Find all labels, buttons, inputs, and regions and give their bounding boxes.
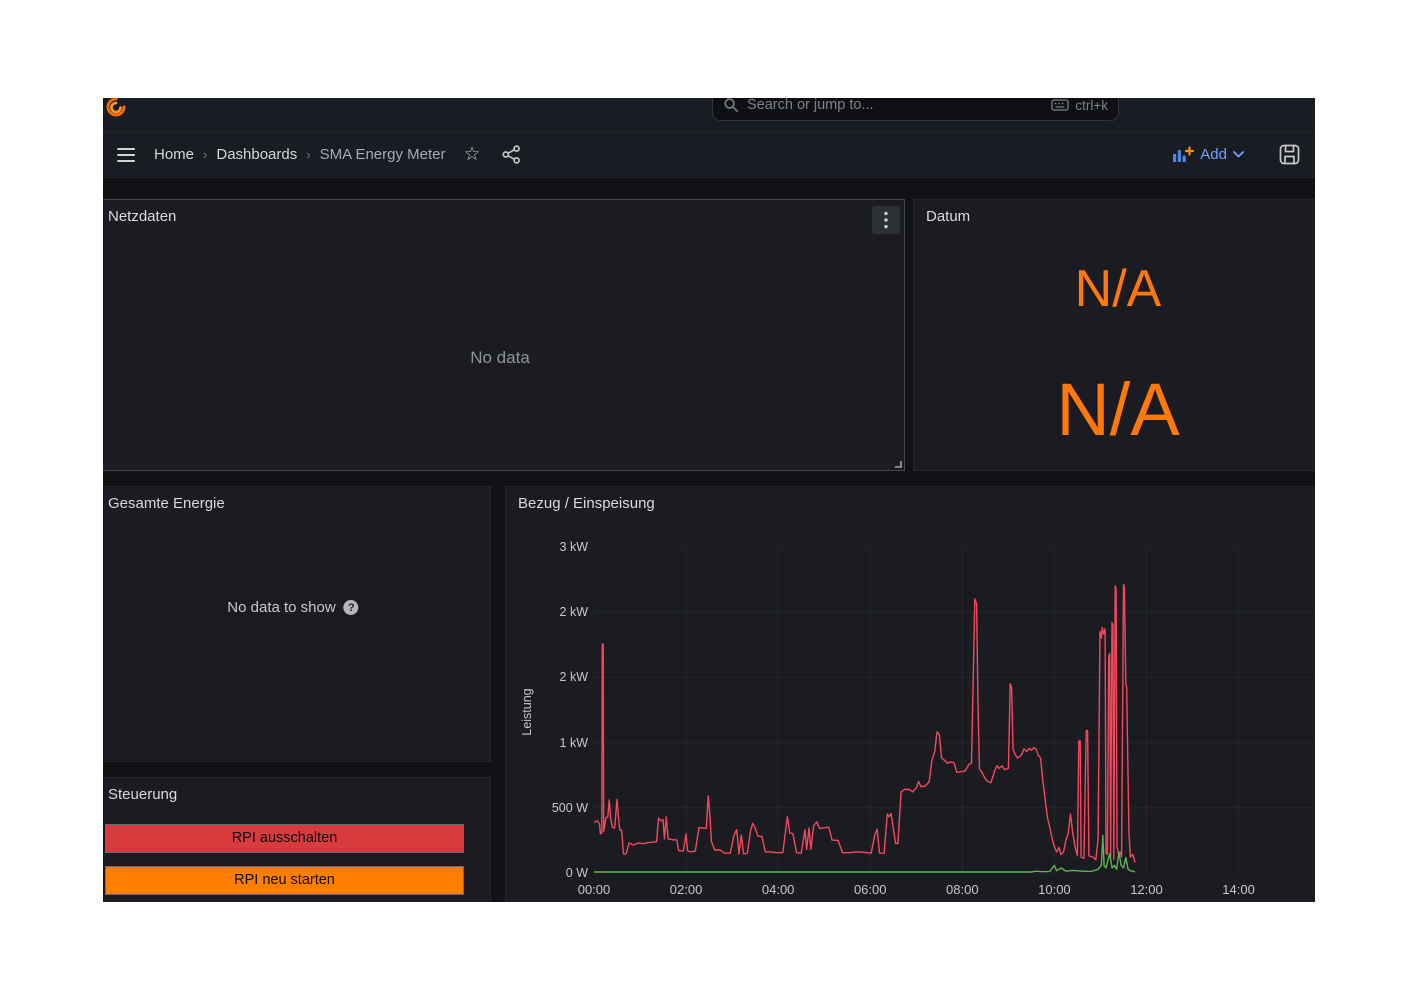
save-icon <box>1278 143 1301 166</box>
panel-gesamte-energie: Gesamte Energie No data to show ? <box>103 486 491 762</box>
nav-actions: Add <box>1172 143 1301 166</box>
menu-icon[interactable] <box>117 148 135 162</box>
panel-steuerung-title[interactable]: Steuerung <box>108 786 177 803</box>
netzdaten-no-data-text: No data <box>470 348 530 368</box>
keyboard-icon <box>1051 98 1069 112</box>
panel-datum-title[interactable]: Datum <box>926 208 970 225</box>
add-button-label: Add <box>1200 146 1227 163</box>
gesamte-no-data-text: No data to show ? <box>227 599 358 616</box>
panel-gesamte-energie-title[interactable]: Gesamte Energie <box>108 495 225 512</box>
breadcrumb-home[interactable]: Home <box>154 146 194 163</box>
top-bar: Search or jump to... ctrl+k <box>103 98 1315 132</box>
breadcrumb-dashboards[interactable]: Dashboards <box>216 146 297 163</box>
search-input[interactable]: Search or jump to... ctrl+k <box>712 98 1119 121</box>
timeseries-plot-area[interactable] <box>594 547 1315 873</box>
rpi-ausschalten-button[interactable]: RPI ausschalten <box>105 824 464 853</box>
panel-netzdaten: Netzdaten No data <box>103 199 905 471</box>
panel-datum: Datum N/A N/A <box>913 199 1315 471</box>
search-placeholder: Search or jump to... <box>747 98 1051 113</box>
search-shortcut-label: ctrl+k <box>1075 98 1108 113</box>
help-icon[interactable]: ? <box>344 600 359 615</box>
series-bezug <box>594 585 1135 863</box>
grafana-logo <box>105 98 127 119</box>
series-einspeisung <box>594 835 1135 872</box>
panel-bezug-title[interactable]: Bezug / Einspeisung <box>518 495 655 512</box>
panel-menu-kebab-icon[interactable] <box>872 206 900 234</box>
page-background: Search or jump to... ctrl+k Home › Dashb… <box>0 0 1403 992</box>
breadcrumb-separator: › <box>306 147 310 162</box>
rpi-neu-starten-button[interactable]: RPI neu starten <box>105 866 464 895</box>
grafana-window: Search or jump to... ctrl+k Home › Dashb… <box>103 98 1315 902</box>
breadcrumb-separator: › <box>203 147 207 162</box>
add-panel-icon <box>1172 146 1194 164</box>
chevron-down-icon <box>1233 151 1244 158</box>
star-icon[interactable]: ☆ <box>463 145 480 164</box>
breadcrumb-current-dashboard: SMA Energy Meter <box>320 146 446 163</box>
search-shortcut: ctrl+k <box>1051 98 1108 113</box>
search-icon <box>723 98 739 113</box>
share-icon[interactable] <box>501 144 522 165</box>
datum-stat-value-bottom: N/A <box>914 367 1315 453</box>
add-button[interactable]: Add <box>1172 146 1244 164</box>
panel-steuerung: Steuerung RPI ausschalten RPI neu starte… <box>103 777 491 902</box>
nav-bar: Home › Dashboards › SMA Energy Meter ☆ <box>103 132 1315 178</box>
save-dashboard-button[interactable] <box>1278 143 1301 166</box>
datum-stat-value-top: N/A <box>914 255 1315 323</box>
panel-netzdaten-title[interactable]: Netzdaten <box>108 208 176 225</box>
panel-resize-handle[interactable] <box>894 460 902 468</box>
